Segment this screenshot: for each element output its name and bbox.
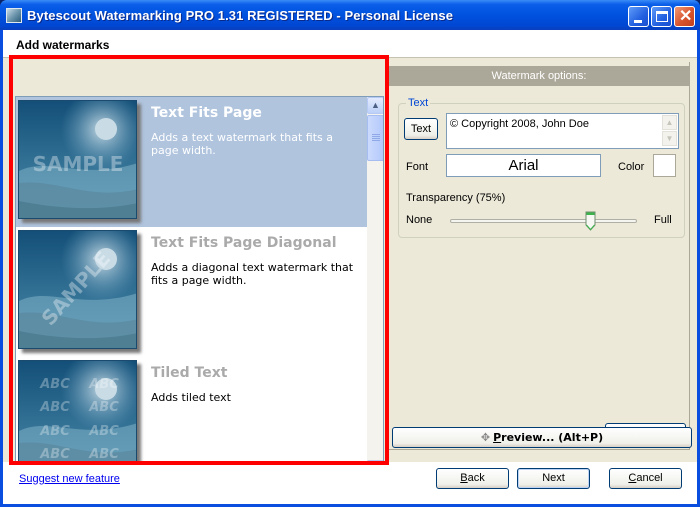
textarea-scroll-down[interactable]: ▼ — [662, 131, 677, 146]
landscape-thumbnail-icon: SAMPLE — [19, 231, 136, 348]
title-bar[interactable]: Bytescout Watermarking PRO 1.31 REGISTER… — [0, 0, 700, 30]
options-header: Watermark options: — [388, 66, 690, 86]
watermark-list-item[interactable]: SAMPLE Text Fits Page Diagonal Adds a di… — [16, 227, 367, 357]
preview-mnemonic: P — [493, 431, 502, 444]
scroll-thumb[interactable] — [367, 115, 383, 161]
close-icon: ✕ — [679, 8, 693, 25]
back-label: ack — [467, 472, 485, 484]
header-strip: Add watermarks — [3, 30, 697, 58]
preview-label: review... (Alt+P) — [501, 431, 604, 444]
suggest-feature-link[interactable]: Suggest new feature — [19, 473, 120, 485]
window-title: Bytescout Watermarking PRO 1.31 REGISTER… — [27, 8, 454, 23]
watermark-list-item[interactable]: SAMPLE Text Fits Page Adds a text waterm… — [16, 97, 367, 227]
svg-text:ABC: ABC — [39, 377, 70, 392]
watermark-item-title: Text Fits Page Diagonal — [151, 235, 337, 251]
move-icon: ✥ — [480, 431, 491, 444]
slider-max-label: Full — [654, 214, 672, 226]
next-button[interactable]: Next — [517, 468, 590, 489]
landscape-thumbnail-icon: ABC ABC ABC ABC ABC ABC ABC ABC — [19, 361, 136, 477]
landscape-thumbnail-icon: SAMPLE — [19, 101, 136, 218]
watermark-list-item[interactable]: ABC ABC ABC ABC ABC ABC ABC ABC Tiled Text Adds… — [16, 357, 367, 477]
close-button[interactable]: ✕ — [674, 6, 695, 27]
slider-min-label: None — [406, 214, 433, 226]
cancel-button[interactable]: Cancel — [609, 468, 682, 489]
color-label: Color — [618, 161, 645, 173]
cancel-label: ancel — [636, 472, 663, 484]
watermark-thumbnail: SAMPLE — [18, 230, 137, 349]
svg-text:ABC: ABC — [88, 400, 119, 415]
watermark-item-description: Adds a diagonal text watermark that fits… — [151, 261, 354, 287]
preview-button[interactable]: ✥ Preview... (Alt+P) — [392, 427, 692, 448]
svg-text:ABC: ABC — [39, 400, 70, 415]
svg-text:ABC: ABC — [88, 447, 119, 462]
watermark-thumbnail: ABC ABC ABC ABC ABC ABC ABC ABC — [18, 360, 137, 477]
transparency-label: Transparency (75%) — [406, 192, 506, 204]
client-area: Add watermarks SAMPLE Text Fits Page Add… — [3, 30, 697, 504]
watermark-text-input[interactable]: © Copyright 2008, John Doe ▲ ▼ — [446, 113, 679, 149]
scroll-up-button[interactable]: ▲ — [367, 97, 383, 114]
font-selector[interactable]: Arial — [446, 154, 601, 177]
color-picker[interactable] — [653, 154, 676, 177]
text-group-label: Text — [406, 97, 431, 109]
svg-text:ABC: ABC — [39, 447, 70, 462]
maximize-button[interactable] — [651, 6, 672, 27]
back-button[interactable]: Back — [436, 468, 509, 489]
svg-text:ABC: ABC — [88, 377, 119, 392]
watermark-list[interactable]: SAMPLE Text Fits Page Adds a text waterm… — [15, 96, 384, 478]
app-icon — [6, 8, 22, 23]
chevron-up-icon: ▲ — [371, 100, 380, 110]
watermark-item-title: Text Fits Page — [151, 105, 262, 121]
grip-icon — [372, 134, 380, 142]
sample-text: SAMPLE — [33, 152, 124, 176]
font-label: Font — [406, 161, 429, 173]
watermark-item-title: Tiled Text — [151, 365, 228, 381]
text-groupbox: Text Text © Copyright 2008, John Doe ▲ ▼… — [398, 97, 685, 238]
minimize-button[interactable] — [628, 6, 649, 27]
minimize-icon — [634, 20, 642, 23]
watermark-text-value: © Copyright 2008, John Doe — [450, 118, 589, 130]
maximize-icon — [656, 11, 668, 22]
text-button[interactable]: Text — [404, 118, 438, 140]
watermark-thumbnail: SAMPLE — [18, 100, 137, 219]
textarea-scroll-up[interactable]: ▲ — [662, 115, 677, 130]
svg-text:ABC: ABC — [39, 424, 70, 439]
app-window: Bytescout Watermarking PRO 1.31 REGISTER… — [0, 0, 700, 507]
watermark-item-description: Adds tiled text — [151, 391, 231, 404]
svg-text:ABC: ABC — [88, 424, 119, 439]
back-mnemonic: B — [460, 472, 468, 484]
slider-thumb[interactable] — [585, 211, 596, 231]
page-title: Add watermarks — [16, 38, 110, 52]
watermark-item-description: Adds a text watermark that fits a page w… — [151, 131, 334, 157]
watermark-options-panel: Watermark options: Text Text © Copyright… — [388, 62, 690, 450]
vertical-scrollbar[interactable]: ▲ ▼ — [367, 97, 383, 477]
transparency-slider[interactable] — [450, 219, 637, 223]
